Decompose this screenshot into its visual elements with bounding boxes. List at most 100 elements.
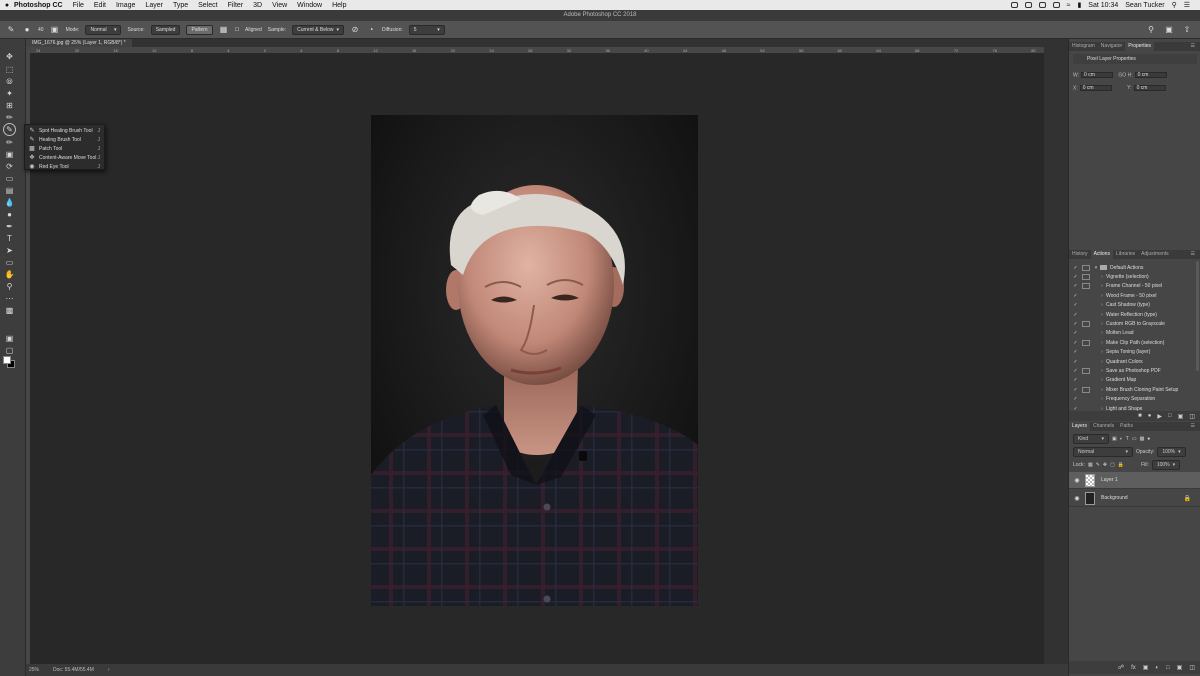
- expand-chevron-icon[interactable]: ›: [1098, 396, 1106, 402]
- screen-mode-icon[interactable]: ▢: [4, 345, 15, 356]
- diffusion-select[interactable]: 5: [408, 24, 445, 35]
- action-item[interactable]: ✓ › Gradient Map: [1071, 376, 1195, 385]
- workspace-icon[interactable]: ▣: [1164, 25, 1174, 35]
- ignore-adjustment-layers-icon[interactable]: ⊘: [350, 25, 360, 35]
- lock-image-icon[interactable]: ✎: [1096, 462, 1100, 468]
- layer-style-icon[interactable]: fx: [1131, 665, 1136, 671]
- panel-menu-icon[interactable]: ☰: [1188, 42, 1198, 51]
- expand-chevron-icon[interactable]: ›: [1098, 359, 1106, 365]
- menu-type[interactable]: Type: [173, 2, 188, 9]
- crop-tool-icon[interactable]: ⊞: [4, 100, 15, 111]
- action-item[interactable]: ✓ › Sepia Toning (layer): [1071, 348, 1195, 357]
- tab-actions[interactable]: Actions: [1090, 250, 1113, 259]
- layer-row-background[interactable]: ◉ Background 🔒: [1069, 490, 1200, 507]
- check-icon[interactable]: ✓: [1071, 377, 1080, 383]
- action-item[interactable]: ✓ › Frame Channel - 50 pixel: [1071, 282, 1195, 291]
- dialog-toggle[interactable]: [1082, 349, 1090, 355]
- spot-healing-brush-tool-icon[interactable]: ✎: [3, 123, 16, 136]
- healing-brush-preset-icon[interactable]: ✎: [6, 25, 16, 35]
- search-icon[interactable]: ⚲: [1172, 1, 1177, 9]
- kind-filter-select[interactable]: Kind: [1073, 434, 1109, 444]
- action-item[interactable]: ✓ › Custom RGB to Grayscale: [1071, 319, 1195, 328]
- menu-view[interactable]: View: [272, 2, 287, 9]
- source-pattern-button[interactable]: Pattern: [186, 24, 213, 35]
- expand-chevron-icon[interactable]: ›: [1098, 321, 1106, 327]
- apple-icon[interactable]: ●: [0, 2, 14, 9]
- menu-user[interactable]: Sean Tucker: [1125, 2, 1164, 9]
- adjustment-layer-icon[interactable]: ◐: [1155, 665, 1159, 671]
- new-group-icon[interactable]: □: [1166, 665, 1170, 671]
- horizontal-ruler[interactable]: 24 20 16 12 8 4 0 4 8 12 16 20 24 28 32 36 40 44 48 52 56 60 6…: [28, 47, 1044, 54]
- dialog-toggle[interactable]: [1082, 264, 1090, 271]
- mode-select[interactable]: Normal: [85, 24, 122, 35]
- check-icon[interactable]: ✓: [1071, 359, 1080, 365]
- battery-icon[interactable]: ▮: [1077, 1, 1081, 9]
- share-icon[interactable]: ⇧: [1182, 25, 1192, 35]
- marquee-tool-icon[interactable]: ⬚: [4, 64, 15, 75]
- zoom-tool-icon[interactable]: ⚲: [4, 281, 15, 292]
- dialog-toggle[interactable]: [1082, 321, 1090, 328]
- filter-pixel-icon[interactable]: ▣: [1112, 436, 1117, 442]
- document-tab[interactable]: IMG_1676.jpg @ 25% (Layer 1, RGB/8*) *: [26, 39, 132, 47]
- dialog-toggle[interactable]: [1082, 293, 1090, 299]
- panel-menu-icon[interactable]: ☰: [1188, 422, 1198, 431]
- tab-libraries[interactable]: Libraries: [1113, 250, 1138, 259]
- tab-navigator[interactable]: Navigator: [1098, 42, 1125, 51]
- opacity-field[interactable]: 100%: [1157, 447, 1186, 457]
- portrait-photo[interactable]: [371, 115, 698, 606]
- check-icon[interactable]: ✓: [1071, 340, 1080, 346]
- expand-chevron-icon[interactable]: ›: [1098, 293, 1106, 299]
- search-icon[interactable]: ⚲: [1146, 25, 1156, 35]
- clone-stamp-tool-icon[interactable]: ▣: [4, 149, 15, 160]
- quick-selection-tool-icon[interactable]: ✦: [4, 88, 15, 99]
- width-field[interactable]: 0 cm: [1081, 72, 1114, 78]
- history-brush-tool-icon[interactable]: ⟳: [4, 161, 15, 172]
- action-item[interactable]: ✓ › Molten Lead: [1071, 329, 1195, 338]
- dialog-toggle[interactable]: [1082, 367, 1090, 374]
- flyout-patch[interactable]: ▩ Patch Tool J: [25, 144, 104, 153]
- trash-icon[interactable]: ◫: [1189, 413, 1195, 420]
- expand-chevron-icon[interactable]: ›: [1098, 340, 1106, 346]
- lock-artboard-icon[interactable]: ▢: [1110, 462, 1115, 468]
- actions-scrollbar[interactable]: [1196, 261, 1199, 371]
- rectangle-tool-icon[interactable]: ▭: [4, 257, 15, 268]
- trash-icon[interactable]: ◫: [1189, 664, 1195, 671]
- menu-filter[interactable]: Filter: [228, 2, 244, 9]
- expand-chevron-icon[interactable]: ›: [1098, 274, 1106, 280]
- check-icon[interactable]: ✓: [1071, 368, 1080, 374]
- dialog-toggle[interactable]: [1082, 359, 1090, 365]
- tray-icon[interactable]: [1052, 2, 1060, 8]
- dialog-toggle[interactable]: [1082, 386, 1090, 393]
- menu-window[interactable]: Window: [297, 2, 322, 9]
- sample-select[interactable]: Current & Below: [292, 24, 344, 35]
- type-tool-icon[interactable]: T: [4, 233, 15, 244]
- record-icon[interactable]: ●: [1148, 413, 1152, 419]
- doc-size[interactable]: Doc: 55.4M/55.4M: [53, 667, 94, 673]
- expand-chevron-icon[interactable]: ›: [1098, 387, 1106, 393]
- expand-chevron-icon[interactable]: ›: [1098, 312, 1106, 318]
- move-tool-icon[interactable]: ✥: [4, 51, 15, 62]
- filter-smart-object-icon[interactable]: ▩: [1140, 436, 1145, 442]
- menu-layer[interactable]: Layer: [145, 2, 163, 9]
- action-item[interactable]: ✓ › Save as Photoshop PDF: [1071, 366, 1195, 375]
- pressure-size-icon[interactable]: ◔: [366, 25, 376, 35]
- dialog-toggle[interactable]: [1082, 377, 1090, 383]
- tab-histogram[interactable]: Histogram: [1069, 42, 1098, 51]
- menu-select[interactable]: Select: [198, 2, 217, 9]
- path-selection-tool-icon[interactable]: ➤: [4, 245, 15, 256]
- check-icon[interactable]: ✓: [1071, 265, 1080, 271]
- action-item[interactable]: ✓ › Water Reflection (type): [1071, 310, 1195, 319]
- expand-chevron-icon[interactable]: ▾: [1092, 265, 1100, 271]
- pattern-picker-icon[interactable]: ▦: [219, 25, 229, 35]
- menu-app-name[interactable]: Photoshop CC: [14, 2, 63, 9]
- action-set-default[interactable]: ✓ ▾ Default Actions: [1071, 263, 1195, 272]
- more-tools-icon[interactable]: ⋯: [4, 293, 15, 304]
- clone-source-panel-icon[interactable]: ▣: [50, 25, 60, 35]
- dialog-toggle[interactable]: [1082, 312, 1090, 318]
- tray-icon[interactable]: [1010, 2, 1018, 8]
- y-field[interactable]: 0 cm: [1133, 85, 1166, 91]
- tab-properties[interactable]: Properties: [1125, 42, 1154, 51]
- eraser-tool-icon[interactable]: ▭: [4, 173, 15, 184]
- action-item[interactable]: ✓ › Mixer Brush Cloning Paint Setup: [1071, 385, 1195, 394]
- status-menu-arrow-icon[interactable]: ›: [108, 667, 110, 673]
